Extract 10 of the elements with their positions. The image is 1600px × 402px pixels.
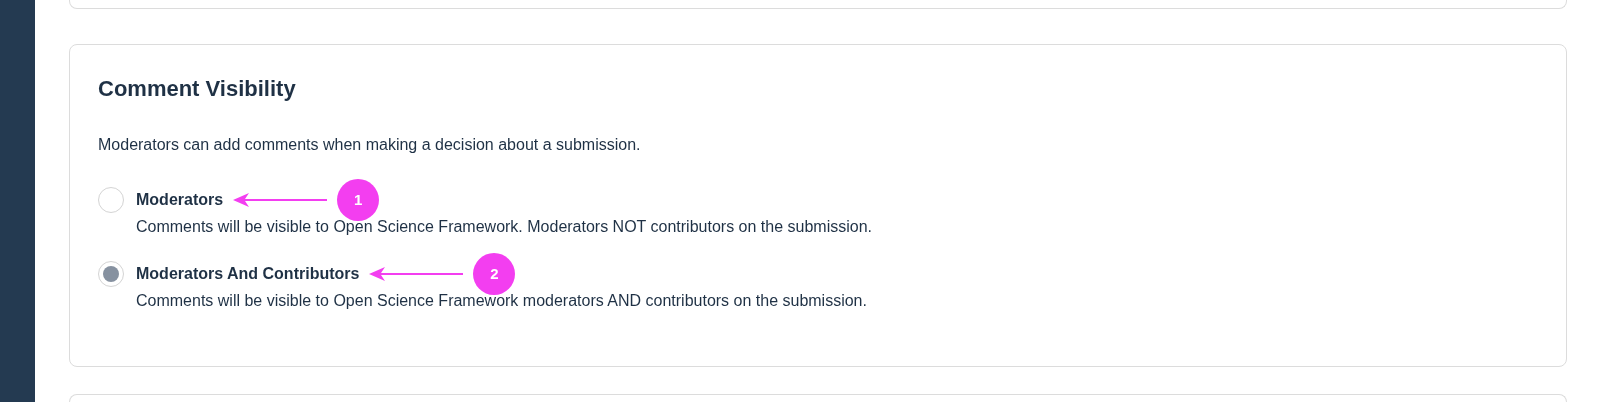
- option-label[interactable]: Moderators And Contributors: [136, 261, 360, 287]
- arrow-icon: [369, 267, 464, 281]
- option-label[interactable]: Moderators: [136, 187, 224, 213]
- section-description: Moderators can add comments when making a decision about a submission.: [98, 135, 642, 155]
- section-title: Comment Visibility: [98, 75, 297, 103]
- radio-button[interactable]: [98, 261, 124, 287]
- arrow-icon: [233, 193, 328, 207]
- annotation-badge: 1: [337, 179, 380, 221]
- annotation-badge: 2: [473, 253, 516, 295]
- radio-button[interactable]: [98, 187, 124, 213]
